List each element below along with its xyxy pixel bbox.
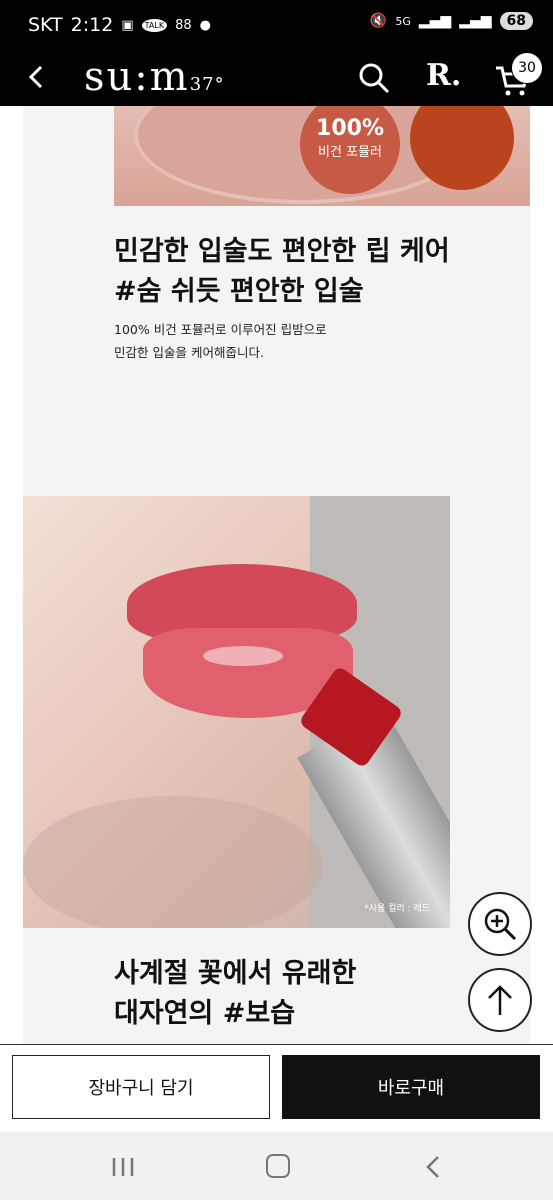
carrier-label: SKT: [28, 14, 63, 36]
system-nav-bar: [0, 1132, 553, 1200]
lipstick-photo: *사용 컬러 : 레드: [23, 496, 450, 928]
signal-icon-2: ▂▄▆: [459, 13, 492, 29]
grid-notification-icon: 88: [175, 17, 192, 33]
network-label: 5G: [395, 14, 411, 28]
section1-heading-line2: #숨 쉬듯 편안한 입술: [114, 276, 364, 307]
brand-logo-text: su:m: [84, 54, 190, 100]
section2-heading-line1: 사계절 꽃에서 유래한: [114, 958, 357, 989]
zoom-in-icon: [484, 908, 517, 941]
section1-heading: 민감한 입술도 편안한 립 케어 #숨 쉬듯 편안한 입술: [114, 232, 514, 312]
clock: 2:12: [70, 14, 114, 36]
content-margin: [0, 106, 23, 1044]
buy-now-button[interactable]: 바로구매: [282, 1055, 540, 1119]
zoom-button[interactable]: [468, 892, 532, 956]
product-detail-content[interactable]: 100% 비건 포뮬러 민감한 입술도 편안한 립 케어 #숨 쉬듯 편안한 입…: [0, 106, 553, 1044]
scroll-top-button[interactable]: [468, 968, 532, 1032]
section1-body-line1: 100% 비건 포뮬러로 이루어진 립밤으로: [114, 322, 327, 337]
r-logo[interactable]: R.: [426, 58, 461, 93]
search-icon[interactable]: [356, 60, 392, 96]
brand-logo-suffix: 37°: [189, 74, 225, 95]
vegan-badge-percent: 100%: [316, 116, 384, 141]
status-left: SKT 2:12 ▣ TALK 88 ●: [28, 14, 211, 36]
status-bar: SKT 2:12 ▣ TALK 88 ● 🔇 5G ▂▄▆ ▂▄▆ 68: [0, 0, 553, 50]
signal-icon: ▂▄▆: [418, 13, 452, 29]
photo-caption: *사용 컬러 : 레드: [364, 904, 430, 914]
section1-heading-line1: 민감한 입술도 편안한 립 케어: [114, 236, 450, 267]
kakaotalk-icon: TALK: [141, 18, 168, 32]
home-icon[interactable]: [266, 1154, 290, 1178]
purchase-bar: 장바구니 담기 바로구매: [0, 1044, 553, 1133]
mute-icon: 🔇: [369, 13, 388, 29]
vegan-badge-label: 비건 포뮬러: [318, 145, 382, 160]
app-bar: su:m37° R. 30: [0, 50, 553, 106]
status-right: 🔇 5G ▂▄▆ ▂▄▆ 68: [370, 12, 533, 30]
add-to-cart-button[interactable]: 장바구니 담기: [12, 1055, 270, 1119]
arrow-up-icon: [488, 985, 512, 1015]
section1-body-line2: 민감한 입술을 케어해줍니다.: [114, 345, 264, 360]
screen-record-icon: ▣: [121, 17, 134, 33]
battery-badge: 68: [499, 12, 533, 30]
dot-icon: ●: [199, 17, 211, 33]
chin-shade: [23, 796, 323, 928]
section2-heading-line2: 대자연의 #보습: [114, 998, 296, 1029]
recent-apps-icon[interactable]: [110, 1156, 136, 1178]
section2-heading: 사계절 꽃에서 유래한 대자연의 #보습: [114, 954, 494, 1034]
back-arrow-icon[interactable]: [22, 62, 52, 92]
vegan-formula-image: 100% 비건 포뮬러: [114, 106, 530, 206]
lip-gloss-highlight: [203, 646, 283, 666]
nav-back-icon[interactable]: [424, 1154, 442, 1180]
section1-body: 100% 비건 포뮬러로 이루어진 립밤으로 민감한 입술을 케어해줍니다.: [114, 318, 514, 364]
brand-logo[interactable]: su:m37°: [84, 54, 225, 100]
cart-count-badge: 30: [511, 52, 543, 84]
